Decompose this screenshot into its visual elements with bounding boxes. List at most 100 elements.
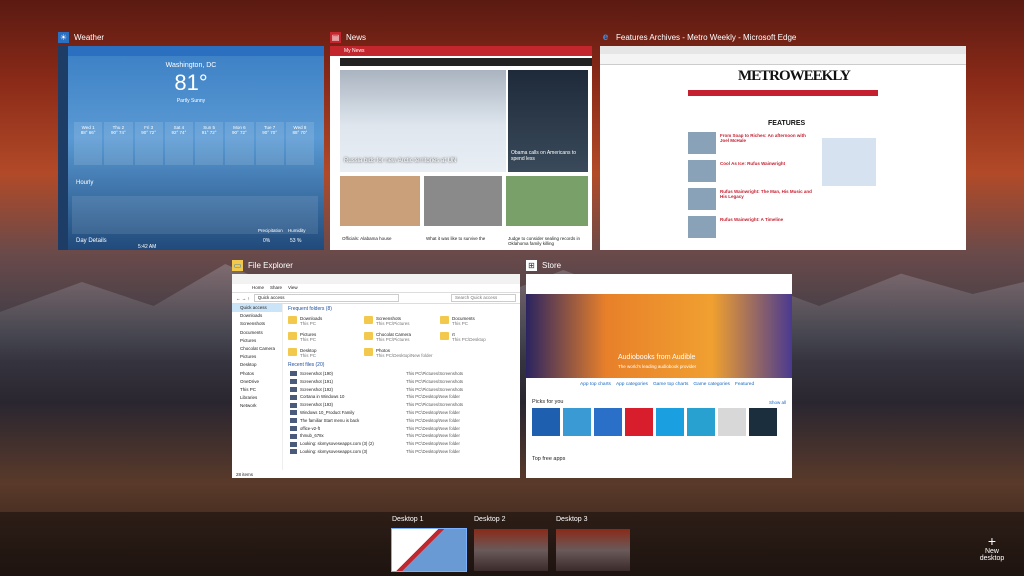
file-icon [290,449,297,455]
recent-file-row: thmub_678x This PC\Desktop\New folder [284,432,520,440]
recent-file-row: Screenshot (191) This PC\Pictures\Screens… [284,378,520,386]
app-tile [594,408,622,436]
folder-icon [364,332,373,340]
edge-window-title: Features Archives - Metro Weekly - Micro… [616,32,797,42]
explorer-status-bar: 28 items [236,472,254,477]
desktop-2-label: Desktop 2 [474,516,506,523]
folder-tile: Downloads This PC [288,316,364,326]
weather-window-header[interactable]: ☀ Weather [58,28,104,46]
recent-file-row: Windows 10_Product Family This PC\Desktop… [284,409,520,417]
ribbon-tab: Share [270,285,283,290]
weather-precip-label: Precipitation [258,228,283,233]
weather-app-icon: ☀ [58,31,69,43]
news-window[interactable]: ▤ News My News Russia bids for new Arcti… [330,28,592,250]
file-explorer-window[interactable]: ▭ File Explorer File Home Share View ← →… [232,256,520,478]
app-tile [687,408,715,436]
article-row: Rufus Wainwright: A Timeline [688,214,816,240]
nav-item: Desktop [240,362,257,368]
weather-hourly-label: Hourly [76,180,94,186]
folder-icon [440,332,449,340]
app-tile [563,408,591,436]
explorer-ribbon: File Home Share View [232,284,520,293]
ribbon-tab: File [235,285,243,290]
desktop-3-thumbnail[interactable] [556,529,630,571]
nav-item: This PC [240,386,257,392]
file-icon [290,441,297,447]
frequent-folders-header: Frequent folders (8) [288,306,332,312]
article-row: Rufus Wainwright: The Man, His Music and… [688,186,816,212]
edge-window[interactable]: e Features Archives - Metro Weekly - Mic… [600,28,966,250]
nav-item: Photos [240,370,255,376]
store-window[interactable]: ⊞ Store Audiobooks from Audible The worl… [526,256,792,478]
weather-condition: Partly Sunny [176,98,206,104]
news-preview: My News Russia bids for new Arctic terri… [330,46,592,250]
app-tile [532,408,560,436]
picks-for-you-header: Picks for you [532,399,564,405]
forecast-day: Sat 4 92° 74° [164,122,193,165]
folder-tile: Desktop This PC [288,348,364,358]
metro-weekly-nav [688,90,878,96]
nav-item: Libraries [240,395,258,401]
weather-daily-forecast: Wed 1 88° 66° Thu 2 90° 74° Fri 3 90° 72° S… [74,122,314,165]
desktop-2-thumbnail[interactable] [474,529,548,571]
explorer-content: Frequent folders (8) Downloads This PC Sc… [284,304,520,470]
folder-tile: Documents This PC [440,316,516,326]
explorer-address-row: ← → ↑ Quick access Search Quick access [232,293,520,304]
folder-icon [288,348,297,356]
store-hero-title: Audiobooks from Audible [618,354,696,361]
file-explorer-window-header[interactable]: ▭ File Explorer [232,256,293,274]
weather-window[interactable]: ☀ Weather Washington, DC 81° Partly Sunn… [58,28,324,250]
article-row: Cool As Ice: Rufus Wainwright [688,158,816,184]
file-explorer-window-title: File Explorer [248,260,293,270]
news-story-image [424,176,502,226]
recent-file-row: Looking: slomysoveseapps.com (3) (2) This… [284,440,520,448]
folder-icon [288,332,297,340]
weather-window-title: Weather [74,32,105,42]
recent-file-row: Looking: slomysoveseapps.com (3) This PC\… [284,448,520,456]
nav-item: Network [240,403,257,409]
edge-window-header[interactable]: e Features Archives - Metro Weekly - Mic… [600,28,797,46]
news-story-caption: Judge to consider sealing records in Okl… [508,236,581,246]
news-story-caption: What it was like to survive the [426,236,486,241]
desktop-1-thumbnail[interactable] [391,528,467,572]
edge-preview: METROWEEKLY FEATURES From Soap to Riches… [600,46,966,250]
folder-app-icon: ▭ [232,259,243,271]
recent-file-row: Screenshot (192) This PC\Pictures\Screens… [284,386,520,394]
nav-item: Chocolat Camera [240,345,276,351]
news-section-title: My News [344,48,365,54]
folder-tile: rt This PC\Desktop [440,332,516,342]
nav-item: Pictures [240,337,257,343]
store-bag-icon: ⊞ [526,259,537,271]
features-heading: FEATURES [768,120,806,127]
nav-item: Downloads [240,313,263,319]
news-side-headline: Obama calls on Americans to spend less [511,150,577,162]
store-link: App top charts [580,382,611,387]
folder-tile: Photos This PC\Desktop\New folder [364,348,440,358]
news-hero-image [340,70,506,172]
weather-precip-value: 0% [263,238,271,244]
edge-address-bar [600,54,966,65]
store-window-header[interactable]: ⊞ Store [526,256,561,274]
nav-item: OneDrive [240,378,260,384]
nav-item: Pictures [240,354,257,360]
forecast-day: Fri 3 90° 72° [134,122,163,165]
nav-item: Documents [240,329,263,335]
file-icon [290,394,297,400]
edge-tab-strip [600,46,966,54]
show-all-link: Show all [768,400,786,405]
top-free-apps-header: Top free apps [532,456,566,462]
forecast-day: Wed 8 88° 70° [285,122,314,165]
recent-file-row: Screenshot (190) This PC\Pictures\Screens… [284,370,520,378]
news-window-header[interactable]: ▤ News [330,28,366,46]
store-hero-subtitle: The world's leading audiobook provider [618,364,697,369]
forecast-day: Sun 5 91° 72° [195,122,224,165]
weather-humidity-label: Humidity [288,228,306,233]
weather-humidity-value: 53 % [290,238,302,244]
new-desktop-button[interactable]: + New desktop [972,534,1012,562]
folder-icon [364,348,373,356]
ribbon-tab: View [288,285,298,290]
file-icon [290,418,297,424]
nav-item: Quick access [232,304,282,313]
store-category-links: App top charts App categories Game top c… [580,382,754,387]
news-story-image [340,176,420,226]
